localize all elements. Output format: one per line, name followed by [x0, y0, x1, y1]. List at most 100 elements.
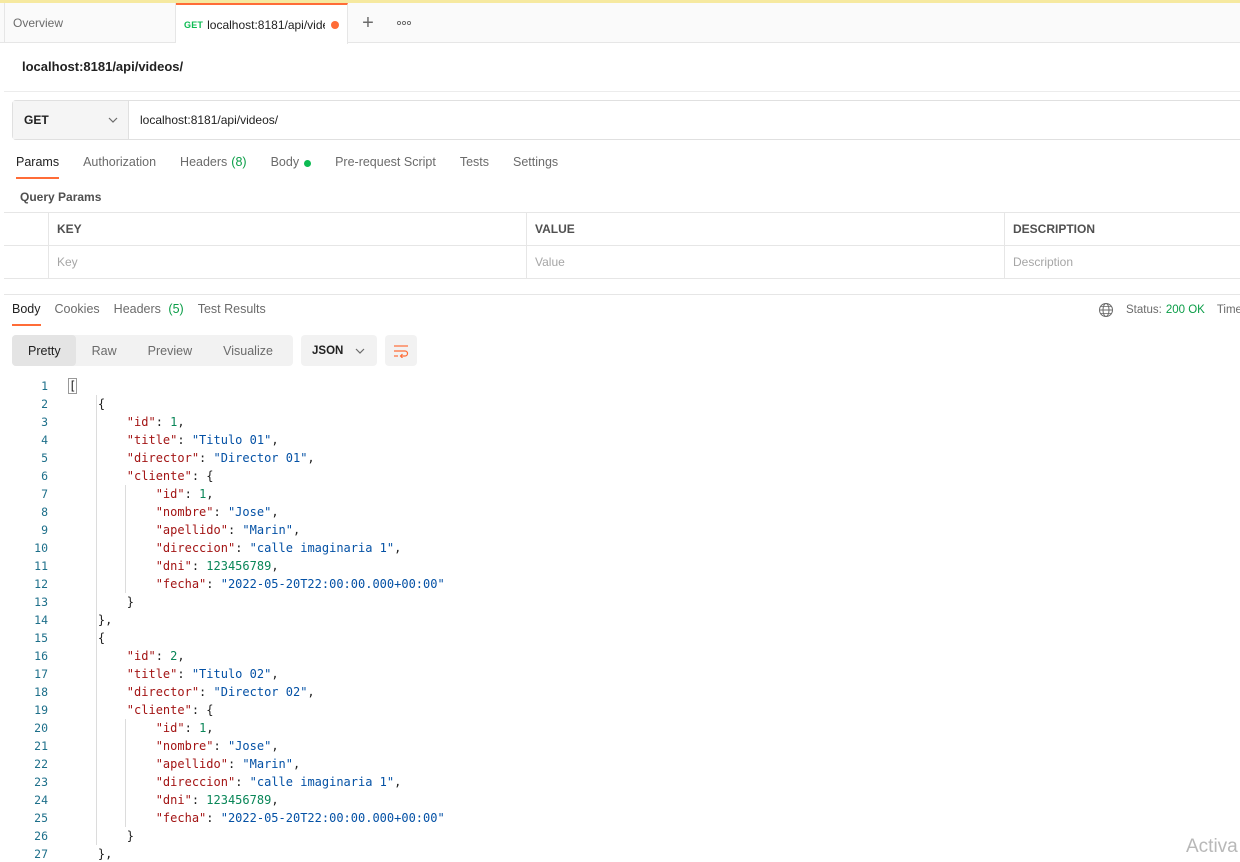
globe-icon[interactable] [1098, 302, 1114, 318]
url-bar: GET [12, 100, 1240, 140]
tab-pre-request-script[interactable]: Pre-request Script [335, 155, 436, 179]
tab-body[interactable]: Body [271, 155, 312, 179]
line-number: 22 [34, 757, 48, 771]
code-line: 20 "id": 1, [0, 719, 1240, 737]
code-line: 15 { [0, 629, 1240, 647]
wrap-lines-button[interactable] [385, 335, 417, 366]
tab-params[interactable]: Params [16, 155, 60, 179]
indent-guide [95, 395, 97, 845]
value-input[interactable]: Value [526, 246, 1004, 278]
headers-count-badge: (8) [231, 155, 247, 169]
more-tabs-icon[interactable] [392, 3, 416, 43]
line-number: 5 [41, 451, 48, 465]
line-number: 3 [41, 415, 48, 429]
response-tab-cookies[interactable]: Cookies [55, 302, 100, 326]
code-text: "direccion": "calle imaginaria 1", [155, 541, 402, 555]
format-raw-button[interactable]: Raw [76, 335, 132, 366]
code-line: 4 "title": "Titulo 01", [0, 431, 1240, 449]
code-text: "id": 1, [155, 487, 214, 501]
code-line: 13 } [0, 593, 1240, 611]
code-text: "nombre": "Jose", [155, 739, 279, 753]
key-input[interactable]: Key [48, 246, 526, 278]
new-tab-plus-icon[interactable]: + [356, 3, 380, 43]
line-number: 11 [34, 559, 48, 573]
line-number: 18 [34, 685, 48, 699]
code-line: 3 "id": 1, [0, 413, 1240, 431]
code-text: { [69, 631, 106, 645]
format-visualize-button[interactable]: Visualize [207, 335, 288, 366]
line-number: 23 [34, 775, 48, 789]
code-text: }, [69, 613, 113, 627]
code-text: "cliente": { [126, 703, 214, 717]
code-line: 23 "direccion": "calle imaginaria 1", [0, 773, 1240, 791]
tab-overview-label: Overview [13, 16, 64, 30]
line-number: 14 [34, 613, 48, 627]
response-divider[interactable] [4, 294, 1240, 295]
line-number: 16 [34, 649, 48, 663]
method-select-value: GET [24, 113, 49, 127]
response-tab-body[interactable]: Body [12, 302, 41, 326]
code-text: { [69, 397, 106, 411]
response-tab-test-results[interactable]: Test Results [198, 302, 266, 326]
tab-headers[interactable]: Headers (8) [180, 155, 247, 179]
code-line: 6 "cliente": { [0, 467, 1240, 485]
request-tabs: Params Authorization Headers (8) Body Pre… [16, 155, 582, 179]
line-number: 8 [41, 505, 48, 519]
url-input[interactable] [129, 101, 1240, 139]
activation-watermark: Activa [1186, 836, 1238, 857]
code-text: } [69, 829, 135, 843]
query-params-table: KEY VALUE DESCRIPTION Key Value Descript… [4, 212, 1240, 279]
tab-settings[interactable]: Settings [513, 155, 558, 179]
tab-tests[interactable]: Tests [460, 155, 489, 179]
line-number: 21 [34, 739, 48, 753]
format-preview-button[interactable]: Preview [132, 335, 207, 366]
line-number: 25 [34, 811, 48, 825]
code-line: 8 "nombre": "Jose", [0, 503, 1240, 521]
code-text: "cliente": { [126, 469, 214, 483]
status-value[interactable]: 200 OK [1166, 304, 1205, 316]
method-select[interactable]: GET [13, 101, 129, 139]
code-line: 9 "apellido": "Marin", [0, 521, 1240, 539]
tab-label: Pre-request Script [335, 155, 436, 169]
tab-label: Settings [513, 155, 559, 169]
code-line: 22 "apellido": "Marin", [0, 755, 1240, 773]
tab-overview[interactable]: Overview [4, 3, 176, 43]
code-line: 21 "nombre": "Jose", [0, 737, 1240, 755]
code-line: 14 }, [0, 611, 1240, 629]
tab-request-active[interactable]: GET localhost:8181/api/vide [176, 3, 348, 44]
code-text: "director": "Director 02", [126, 685, 315, 699]
tab-authorization[interactable]: Authorization [83, 155, 156, 179]
line-number: 17 [34, 667, 48, 681]
response-headers-count-badge: (5) [168, 302, 184, 316]
code-line: 24 "dni": 123456789, [0, 791, 1240, 809]
response-tab-headers[interactable]: Headers (5) [114, 302, 184, 326]
code-line: 12 "fecha": "2022-05-20T22:00:00.000+00:… [0, 575, 1240, 593]
code-text: "title": "Titulo 02", [126, 667, 279, 681]
code-text: "id": 1, [126, 415, 185, 429]
line-number: 20 [34, 721, 48, 735]
code-text: "apellido": "Marin", [155, 757, 301, 771]
tab-label: Params [16, 155, 60, 169]
tab-label: Headers [113, 302, 161, 316]
code-text: "dni": 123456789, [155, 793, 279, 807]
response-type-value: JSON [312, 344, 344, 357]
code-line: 10 "direccion": "calle imaginaria 1", [0, 539, 1240, 557]
chevron-down-icon [108, 117, 118, 123]
response-body-code[interactable]: 1[2 {3 "id": 1, 4 "title": "Titulo 01", 5 … [0, 377, 1240, 862]
request-name[interactable]: localhost:8181/api/videos/ [22, 59, 183, 74]
line-number: 19 [34, 703, 48, 717]
code-line: 5 "director": "Director 01", [0, 449, 1240, 467]
code-line: 17 "title": "Titulo 02", [0, 665, 1240, 683]
indent-guide [124, 485, 126, 593]
line-number: 26 [34, 829, 48, 843]
description-input[interactable]: Description [1004, 246, 1240, 278]
tab-label: Cookies [54, 302, 100, 316]
status-label: Status: [1126, 304, 1162, 316]
time-label: Time [1216, 304, 1240, 316]
line-number: 1 [41, 379, 48, 393]
format-pretty-button[interactable]: Pretty [12, 335, 76, 366]
wrap-lines-icon [394, 344, 409, 358]
response-type-select[interactable]: JSON [301, 335, 377, 366]
code-line: 11 "dni": 123456789, [0, 557, 1240, 575]
code-text: "title": "Titulo 01", [126, 433, 279, 447]
